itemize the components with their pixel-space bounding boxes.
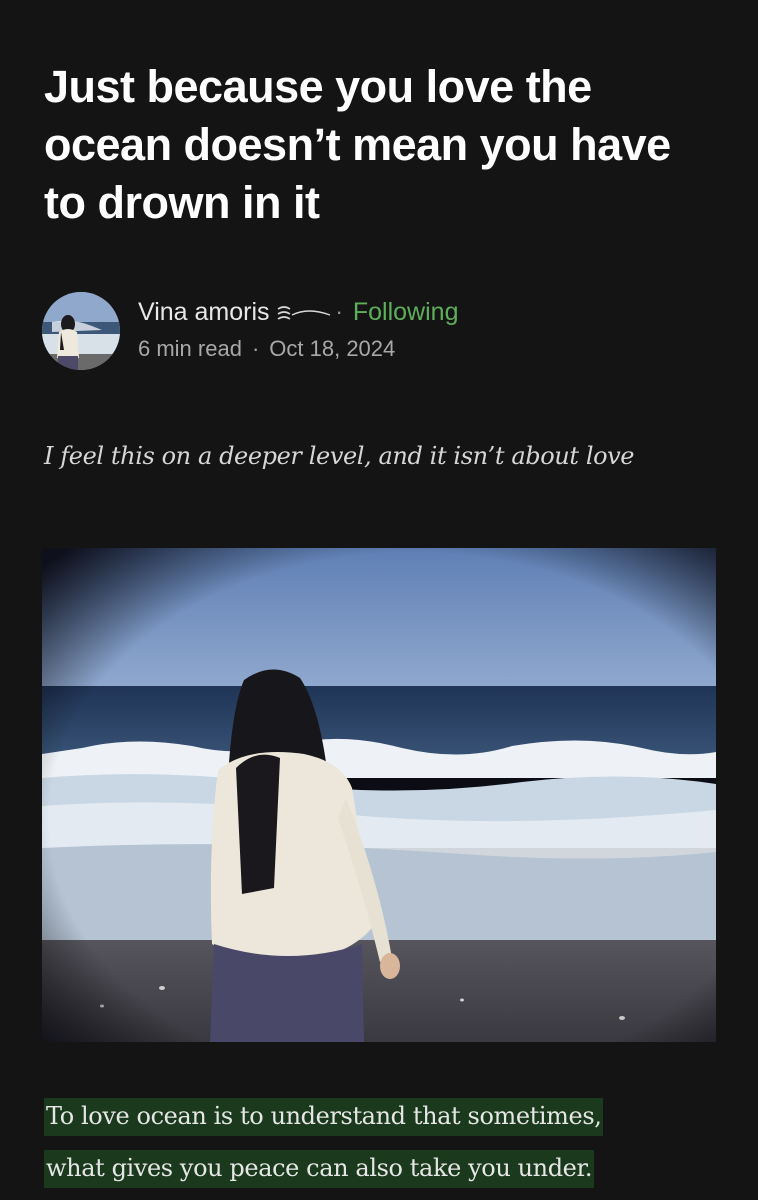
separator-dot: · <box>251 336 260 361</box>
highlight-line: what gives you peace can also take you u… <box>44 1150 595 1188</box>
author-row: Vina amoris · Following <box>138 296 458 328</box>
wave-badge-icon <box>274 303 332 325</box>
article: Just because you love the ocean doesn’t … <box>0 0 758 1200</box>
following-button[interactable]: Following <box>353 298 459 327</box>
author-name[interactable]: Vina amoris <box>138 298 270 327</box>
article-subtitle: I feel this on a deeper level, and it is… <box>44 442 635 470</box>
highlighted-paragraph[interactable]: To love ocean is to understand that some… <box>44 1090 734 1194</box>
post-meta: 6 min read · Oct 18, 2024 <box>138 334 395 364</box>
highlight-line: To love ocean is to understand that some… <box>44 1098 604 1136</box>
article-title: Just because you love the ocean doesn’t … <box>44 61 671 228</box>
hero-image[interactable] <box>42 548 716 1042</box>
publish-date: Oct 18, 2024 <box>269 336 396 361</box>
byline: Vina amoris · Following 6 min read · Oct… <box>42 292 722 372</box>
avatar[interactable] <box>42 292 120 370</box>
read-time: 6 min read <box>138 336 242 361</box>
separator-dot: · <box>335 299 343 324</box>
